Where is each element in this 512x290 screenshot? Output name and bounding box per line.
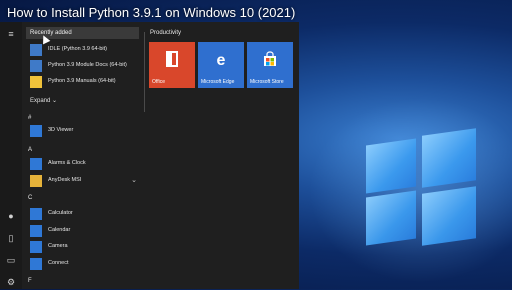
- recently-added-label: Recently added: [30, 30, 72, 36]
- list-item-python-manuals[interactable]: Python 3.9 Manuals (64-bit): [26, 74, 139, 90]
- list-item-label: Python 3.9 Module Docs (64-bit): [48, 62, 127, 68]
- camera-icon: [30, 241, 42, 253]
- group-letter-c[interactable]: C: [28, 195, 32, 201]
- start-rail: ≡ ● ▯ ▭ ⚙: [0, 22, 22, 289]
- start-menu: ≡ ● ▯ ▭ ⚙ Recently added IDLE (Python 3.…: [0, 22, 299, 289]
- list-item-python-docs[interactable]: Python 3.9 Module Docs (64-bit): [26, 58, 139, 74]
- pictures-icon[interactable]: ▭: [6, 255, 16, 265]
- python-docs-icon: [30, 60, 42, 72]
- group-letter-a[interactable]: A: [28, 147, 32, 153]
- pane-divider: [144, 32, 145, 112]
- list-item-camera[interactable]: Camera: [26, 239, 139, 255]
- calculator-icon: [30, 208, 42, 220]
- store-icon: [264, 51, 276, 66]
- document-icon[interactable]: ▯: [6, 233, 16, 243]
- list-item-alarms-clock[interactable]: Alarms & Clock: [26, 156, 139, 172]
- list-item-label: Python 3.9 Manuals (64-bit): [48, 78, 116, 84]
- connect-icon: [30, 258, 42, 270]
- list-item-label: IDLE (Python 3.9 64-bit): [48, 46, 108, 52]
- hamburger-menu-icon[interactable]: ≡: [6, 29, 16, 39]
- tile-group-title[interactable]: Productivity: [150, 30, 181, 36]
- group-letter-hash[interactable]: #: [28, 115, 31, 121]
- app-list: Recently added IDLE (Python 3.9 64-bit) …: [22, 22, 143, 289]
- list-item-label: Camera: [48, 243, 68, 249]
- list-item-label: Alarms & Clock: [48, 160, 86, 166]
- user-avatar-icon[interactable]: ●: [6, 211, 16, 221]
- python-manuals-icon: [30, 76, 42, 88]
- tile-microsoft-store[interactable]: Microsoft Store: [247, 42, 293, 88]
- chevron-down-icon: ⌄: [131, 177, 137, 184]
- chevron-down-icon: ⌄: [52, 98, 58, 104]
- list-item-label: Connect: [48, 260, 69, 266]
- edge-icon: e: [217, 52, 226, 67]
- list-item-calculator[interactable]: Calculator: [26, 206, 139, 222]
- office-icon: [166, 51, 178, 67]
- list-item-label: 3D Viewer: [48, 127, 74, 133]
- windows-logo-wallpaper: [366, 128, 476, 246]
- tile-label: Microsoft Store: [250, 79, 284, 85]
- alarm-clock-icon: [30, 158, 42, 170]
- python-idle-icon: [30, 44, 42, 56]
- list-item-label: AnyDesk MSI: [48, 177, 82, 183]
- tile-label: Office: [152, 79, 165, 85]
- tile-microsoft-edge[interactable]: e Microsoft Edge: [198, 42, 244, 88]
- calendar-icon: [30, 225, 42, 237]
- expand-label: Expand: [30, 98, 51, 104]
- folder-icon: [30, 175, 42, 187]
- list-item-label: Calendar: [48, 227, 71, 233]
- settings-icon[interactable]: ⚙: [6, 277, 16, 287]
- group-letter-f[interactable]: F: [28, 278, 32, 284]
- expand-button[interactable]: Expand ⌄: [30, 97, 57, 104]
- svg-text:e: e: [217, 52, 226, 67]
- list-item-label: Calculator: [48, 210, 73, 216]
- tiles-pane: Productivity Office e Microsoft Edge Mic…: [146, 22, 299, 289]
- list-item-anydesk[interactable]: AnyDesk MSI ⌄: [26, 173, 139, 189]
- list-item-idle[interactable]: IDLE (Python 3.9 64-bit): [26, 42, 139, 58]
- tile-office[interactable]: Office: [149, 42, 195, 88]
- list-item-calendar[interactable]: Calendar: [26, 223, 139, 239]
- cube-icon: [30, 125, 42, 137]
- list-item-connect[interactable]: Connect: [26, 256, 139, 272]
- tile-label: Microsoft Edge: [201, 79, 235, 85]
- video-title: How to Install Python 3.9.1 on Windows 1…: [7, 5, 296, 20]
- list-item-3d-viewer[interactable]: 3D Viewer: [26, 123, 139, 139]
